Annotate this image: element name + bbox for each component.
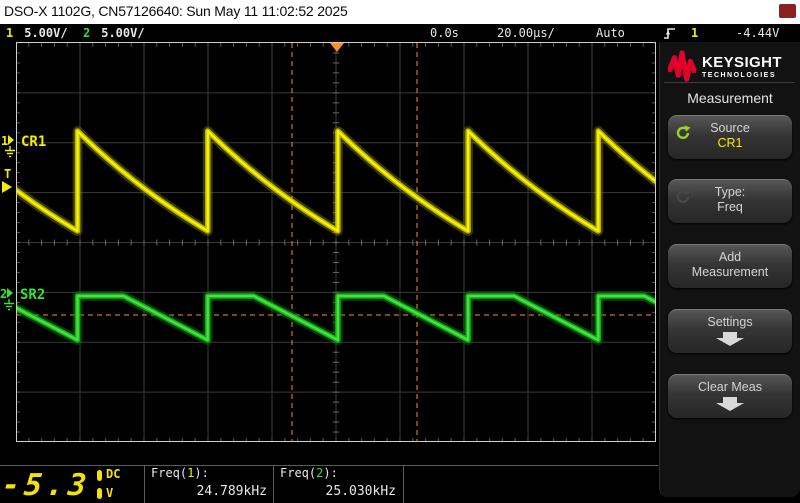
channel1-trace <box>17 126 655 236</box>
acquisition-mode[interactable]: Auto <box>596 26 625 40</box>
results-bar: -5.3 DC V Freq(1): 24.789kHz Freq(2): 25… <box>0 443 658 503</box>
trigger-level-marker[interactable]: T <box>2 167 12 193</box>
trigger-source[interactable]: 1 <box>691 26 698 40</box>
measurement-label: Freq(1): <box>151 466 267 480</box>
softkey-source[interactable]: Source CR1 <box>668 115 792 159</box>
softkey-settings[interactable]: Settings <box>668 309 792 353</box>
channel2-marker-digit: 2 <box>0 287 7 301</box>
probe-icon <box>97 488 102 499</box>
channel2-number: 2 <box>83 26 91 40</box>
trigger-marker-letter: T <box>4 167 11 181</box>
measurement-label-text: ): <box>323 466 338 480</box>
measurement-value: 24.789kHz <box>196 484 267 499</box>
measurement-label: Freq(2): <box>280 466 396 480</box>
measurement-label-text: ): <box>194 466 209 480</box>
results-separator <box>403 466 404 503</box>
dvm-readout: -5.3 DC V <box>0 465 143 503</box>
channel1-marker-arrow-icon <box>8 135 14 145</box>
measurement-freq-ch2: Freq(2): 25.030kHz <box>280 466 396 499</box>
channel2-trace <box>17 291 655 345</box>
cycle-icon <box>676 125 691 139</box>
graticule-and-traces: 1 T 2 CR1 SR2 <box>0 42 656 442</box>
softkey-clear-meas[interactable]: Clear Meas <box>668 374 792 418</box>
channel2-label: SR2 <box>20 287 45 303</box>
trigger-level[interactable]: -4.44V <box>736 26 779 40</box>
channel1-status[interactable]: 1 5.00V/ <box>6 26 68 40</box>
menu-down-arrow-icon <box>716 332 744 346</box>
channel2-ref-marker[interactable]: 2 <box>0 287 14 311</box>
status-bar: 1 5.00V/ 2 5.00V/ 0.0s 20.00µs/ Auto 1 -… <box>0 24 800 42</box>
menu-divider <box>664 82 795 83</box>
softkey-add-measurement[interactable]: Add Measurement <box>668 244 792 288</box>
measurement-label-text: Freq( <box>280 466 317 480</box>
dvm-unit: V <box>106 486 114 500</box>
softkey-label: Settings <box>707 315 753 329</box>
channel1-label: CR1 <box>21 134 46 150</box>
horizontal-scale[interactable]: 20.00µs/ <box>497 26 555 40</box>
probe-icon <box>97 470 102 481</box>
menu-down-arrow-icon <box>716 397 744 411</box>
brand-subname: TECHNOLOGIES <box>702 71 777 79</box>
graticule <box>16 42 656 442</box>
trigger-time-marker[interactable] <box>330 43 344 52</box>
cycle-icon <box>676 189 691 203</box>
dvm-value: -5.3 <box>0 468 93 503</box>
measurement-freq-ch1: Freq(1): 24.789kHz <box>151 466 267 499</box>
trigger-marker-arrow-icon <box>2 181 12 193</box>
softkey-panel: KEYSIGHT TECHNOLOGIES Measurement Source… <box>659 42 800 497</box>
trigger-edge-icon <box>664 28 675 39</box>
results-separator <box>144 466 145 503</box>
horizontal-delay[interactable]: 0.0s <box>430 26 459 40</box>
channel1-number: 1 <box>6 26 14 40</box>
channel2-status[interactable]: 2 5.00V/ <box>83 26 145 40</box>
waveform-display: 1 T 2 CR1 SR2 <box>0 42 658 443</box>
softkey-label: Measurement <box>691 265 769 279</box>
menu-title: Measurement <box>687 90 773 106</box>
channel2-marker-arrow-icon <box>7 288 13 298</box>
softkey-type[interactable]: Type: Freq <box>668 179 792 223</box>
softkey-menu: KEYSIGHT TECHNOLOGIES Measurement Source… <box>658 42 800 503</box>
softkey-label: Add <box>718 250 742 264</box>
measurement-label-text: Freq( <box>151 466 188 480</box>
keysight-spark-icon <box>668 50 696 82</box>
dvm-mode: DC <box>106 467 121 481</box>
channel1-marker-digit: 1 <box>1 134 8 148</box>
oscilloscope-screen: DSO-X 1102G, CN57126640: Sun May 11 11:0… <box>0 0 800 503</box>
brand-name: KEYSIGHT <box>702 53 782 71</box>
channel2-scale: 5.00V/ <box>101 26 145 40</box>
title-bar: DSO-X 1102G, CN57126640: Sun May 11 11:0… <box>0 0 800 24</box>
device-title: DSO-X 1102G, CN57126640: Sun May 11 11:0… <box>4 3 348 19</box>
measurement-value: 25.030kHz <box>325 484 396 499</box>
channel1-ref-marker[interactable]: 1 <box>1 134 15 158</box>
results-separator <box>273 466 274 503</box>
softkey-label: Clear Meas <box>698 380 762 394</box>
keysight-logo: KEYSIGHT TECHNOLOGIES <box>668 48 782 84</box>
channel1-scale: 5.00V/ <box>24 26 68 40</box>
status-indicator <box>779 4 796 18</box>
